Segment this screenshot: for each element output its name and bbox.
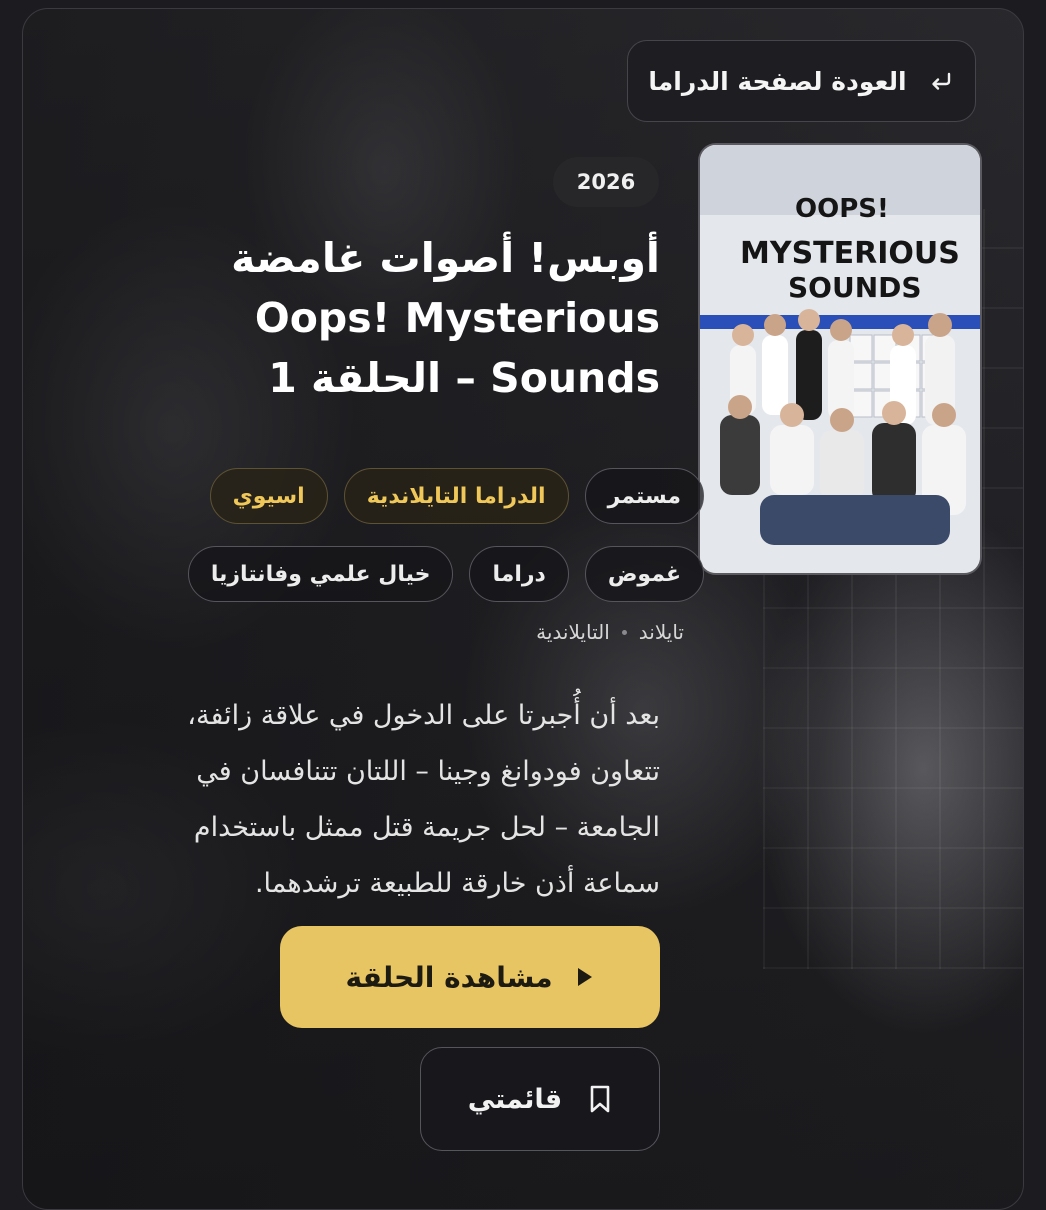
drama-poster[interactable]: OOPS! MYSTERIOUS SOUNDS: [698, 143, 982, 575]
poster-artwork: OOPS! MYSTERIOUS SOUNDS: [700, 145, 980, 573]
meta-info: تايلاند التايلاندية: [536, 620, 684, 644]
year-badge: 2026: [553, 157, 659, 207]
tag-drama[interactable]: دراما: [469, 546, 569, 602]
poster-title-line3: SOUNDS: [788, 271, 922, 304]
tag-thai-drama[interactable]: الدراما التايلاندية: [343, 468, 569, 524]
description-line: سماعة أذن خارقة للطبيعة ترشدهما.: [254, 868, 660, 899]
play-icon: [577, 968, 592, 986]
tag-asian[interactable]: اسيوي: [209, 468, 328, 524]
description: بعد أن أُجبرتا على الدخول في علاقة زائفة…: [48, 688, 660, 912]
title-line-episode: Sounds – الحلقة 1: [268, 354, 660, 402]
country-label: تايلاند: [638, 620, 684, 644]
poster-title-line1: OOPS!: [795, 194, 889, 224]
watch-button-label: مشاهدة الحلقة: [345, 960, 553, 994]
description-line: بعد أن أُجبرتا على الدخول في علاقة زائفة…: [187, 700, 660, 731]
separator-dot: [621, 629, 627, 635]
watch-episode-button[interactable]: مشاهدة الحلقة: [280, 926, 660, 1028]
title-line-arabic: أوبس! أصوات غامضة: [231, 234, 660, 282]
tag-scifi-fantasy[interactable]: خيال علمي وفانتازيا: [187, 546, 454, 602]
back-to-drama-button[interactable]: العودة لصفحة الدراما: [627, 40, 976, 122]
tag-ongoing[interactable]: مستمر: [584, 468, 704, 524]
language-label: التايلاندية: [536, 620, 610, 644]
my-list-button[interactable]: قائمتي: [420, 1047, 660, 1151]
bookmark-icon: [590, 1085, 610, 1113]
tags-row-1: اسيوي الدراما التايلاندية مستمر: [209, 468, 704, 524]
return-arrow-icon: [931, 72, 950, 90]
tag-mystery[interactable]: غموض: [584, 546, 704, 602]
title-line-english: Oops! Mysterious: [254, 294, 660, 342]
page-title: أوبس! أصوات غامضة Oops! Mysterious Sound…: [60, 228, 660, 408]
back-button-label: العودة لصفحة الدراما: [648, 66, 907, 96]
description-line: تتعاون فودوانغ وجينا – اللتان تتنافسان ف…: [196, 756, 660, 787]
poster-title-line2: MYSTERIOUS: [740, 236, 960, 271]
tags-row-2: خيال علمي وفانتازيا دراما غموض: [187, 546, 704, 602]
description-line: الجامعة – لحل جريمة قتل ممثل باستخدام: [193, 812, 660, 843]
my-list-label: قائمتي: [467, 1083, 563, 1115]
